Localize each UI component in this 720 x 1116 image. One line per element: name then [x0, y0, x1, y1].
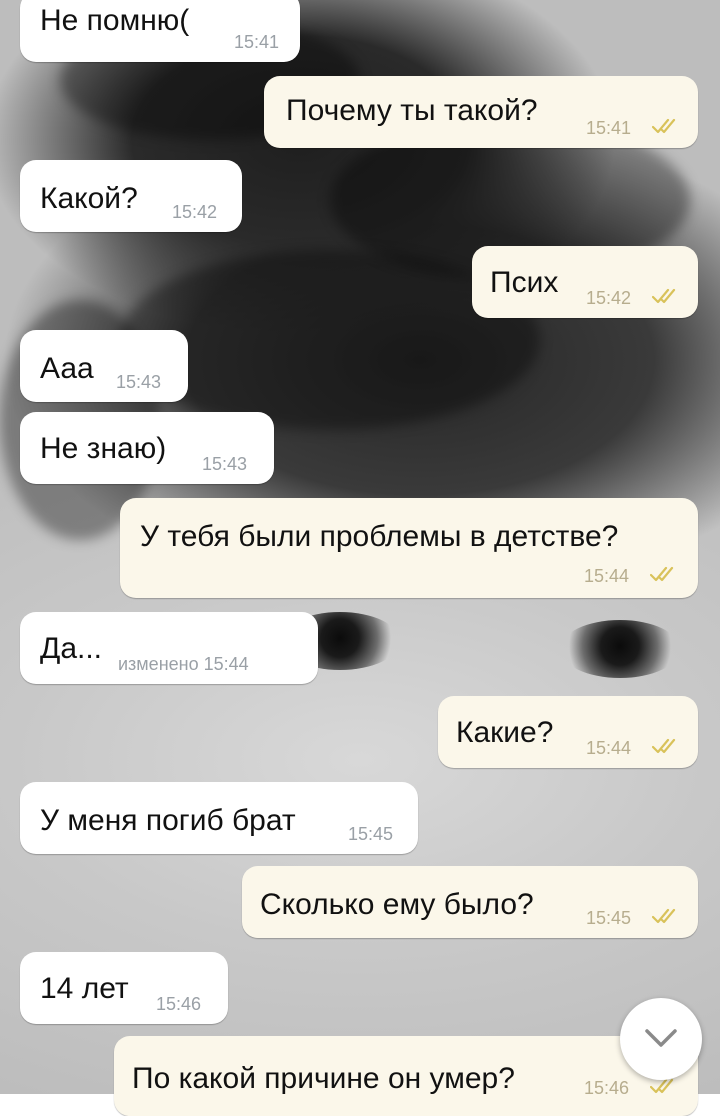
message-incoming[interactable]: Не помню( 15:41	[20, 0, 300, 62]
message-time: 15:41	[234, 32, 280, 52]
message-text: Да...	[40, 632, 103, 665]
message-time: изменено 15:44	[118, 654, 249, 674]
message-text: Ааа	[40, 352, 94, 385]
message-text: Почему ты такой?	[286, 94, 538, 127]
message-time: 15:43	[116, 372, 162, 392]
message-outgoing[interactable]: По какой причине он умер? 15:46	[114, 1036, 698, 1116]
message-time: 15:41	[586, 118, 632, 138]
message-outgoing[interactable]: Почему ты такой? 15:41	[264, 76, 698, 148]
message-text: У меня погиб брат	[40, 804, 296, 837]
message-outgoing[interactable]: Псих 15:42	[472, 246, 698, 318]
message-outgoing[interactable]: Сколько ему было? 15:45	[242, 866, 698, 938]
message-time: 15:44	[586, 738, 632, 758]
message-text: Не знаю)	[40, 432, 167, 465]
message-incoming[interactable]: Да... изменено 15:44	[20, 612, 318, 684]
message-text: По какой причине он умер?	[132, 1062, 515, 1095]
message-time: 15:42	[172, 202, 218, 222]
message-text: Псих	[490, 266, 559, 299]
message-time: 15:42	[586, 288, 632, 308]
message-incoming[interactable]: Ааа 15:43	[20, 330, 188, 402]
double-check-icon	[652, 288, 676, 304]
message-text: Какие?	[456, 716, 554, 749]
message-text: Сколько ему было?	[260, 888, 534, 921]
scroll-down-button[interactable]	[620, 998, 702, 1080]
message-time: 15:43	[202, 454, 248, 474]
message-outgoing[interactable]: Какие? 15:44	[438, 696, 698, 768]
double-check-icon	[652, 908, 676, 924]
message-outgoing[interactable]: У тебя были проблемы в детстве? 15:44	[120, 498, 698, 598]
message-incoming[interactable]: Не знаю) 15:43	[20, 412, 274, 484]
message-incoming[interactable]: Какой? 15:42	[20, 160, 242, 232]
message-list[interactable]: Не помню( 15:41 Почему ты такой? 15:41 К…	[0, 0, 720, 1116]
message-incoming[interactable]: 14 лет 15:46	[20, 952, 228, 1024]
message-time: 15:45	[586, 908, 632, 928]
message-time: 15:45	[348, 824, 394, 844]
double-check-icon	[650, 566, 674, 582]
message-incoming[interactable]: У меня погиб брат 15:45	[20, 782, 418, 854]
double-check-icon	[650, 1078, 674, 1094]
message-time: 15:44	[584, 566, 630, 586]
message-text: 14 лет	[40, 972, 129, 1005]
double-check-icon	[652, 738, 676, 754]
message-time: 15:46	[584, 1078, 630, 1098]
message-text: Какой?	[40, 182, 138, 215]
message-time: 15:46	[156, 994, 202, 1014]
message-text: У тебя были проблемы в детстве?	[140, 520, 619, 553]
double-check-icon	[652, 118, 676, 134]
chevron-down-icon	[645, 1029, 677, 1047]
message-text: Не помню(	[40, 4, 190, 37]
